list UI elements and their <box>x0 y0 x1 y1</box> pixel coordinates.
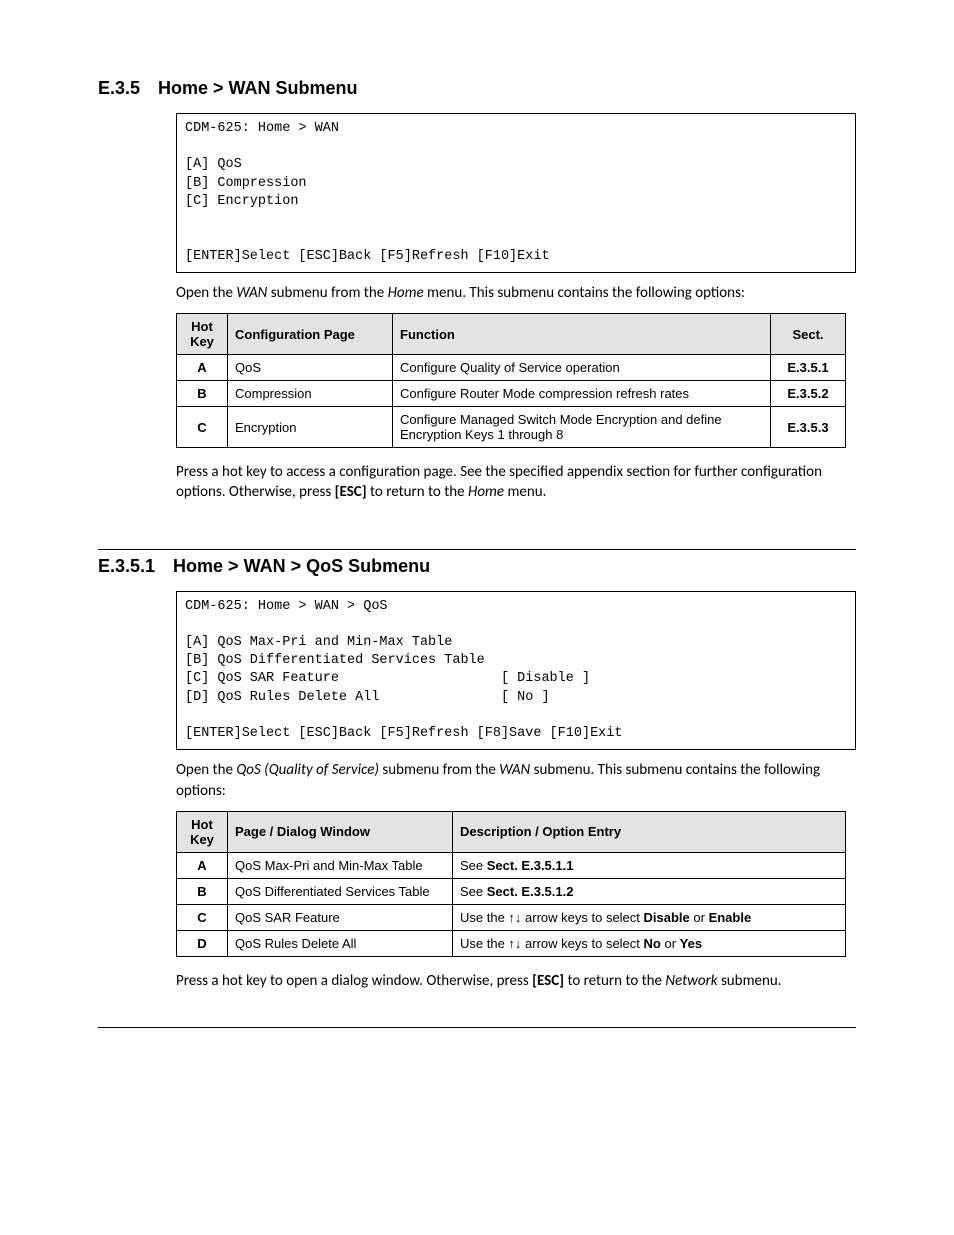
footer-rule <box>98 1027 856 1028</box>
col-hotkey: Hot Key <box>177 811 228 852</box>
col-function: Function <box>393 314 771 355</box>
section-heading-e351: E.3.5.1 Home > WAN > QoS Submenu <box>98 549 856 577</box>
outro-paragraph: Press a hot key to open a dialog window.… <box>176 971 856 991</box>
table-row: C Encryption Configure Managed Switch Mo… <box>177 407 846 448</box>
table-row: B QoS Differentiated Services Table See … <box>177 878 846 904</box>
table-row: A QoS Max-Pri and Min-Max Table See Sect… <box>177 852 846 878</box>
terminal-screen-qos: CDM-625: Home > WAN > QoS [A] QoS Max-Pr… <box>176 591 856 751</box>
section-heading-e35: E.3.5 Home > WAN Submenu <box>98 78 856 99</box>
col-description: Description / Option Entry <box>453 811 846 852</box>
options-table-qos: Hot Key Page / Dialog Window Description… <box>176 811 846 957</box>
col-page: Configuration Page <box>228 314 393 355</box>
table-header-row: Hot Key Configuration Page Function Sect… <box>177 314 846 355</box>
terminal-screen-wan: CDM-625: Home > WAN [A] QoS [B] Compress… <box>176 113 856 273</box>
table-row: A QoS Configure Quality of Service opera… <box>177 355 846 381</box>
intro-paragraph: Open the QoS (Quality of Service) submen… <box>176 760 856 801</box>
col-page: Page / Dialog Window <box>228 811 453 852</box>
outro-paragraph: Press a hot key to access a configuratio… <box>176 462 856 503</box>
table-row: B Compression Configure Router Mode comp… <box>177 381 846 407</box>
table-row: D QoS Rules Delete All Use the ↑↓ arrow … <box>177 930 846 956</box>
options-table-wan: Hot Key Configuration Page Function Sect… <box>176 313 846 448</box>
col-hotkey: Hot Key <box>177 314 228 355</box>
section-number: E.3.5 <box>98 78 140 99</box>
col-sect: Sect. <box>771 314 846 355</box>
section-number: E.3.5.1 <box>98 556 155 577</box>
section-title: Home > WAN Submenu <box>158 78 358 98</box>
section-title: Home > WAN > QoS Submenu <box>173 556 430 576</box>
table-row: C QoS SAR Feature Use the ↑↓ arrow keys … <box>177 904 846 930</box>
intro-paragraph: Open the WAN submenu from the Home menu.… <box>176 283 856 303</box>
table-header-row: Hot Key Page / Dialog Window Description… <box>177 811 846 852</box>
